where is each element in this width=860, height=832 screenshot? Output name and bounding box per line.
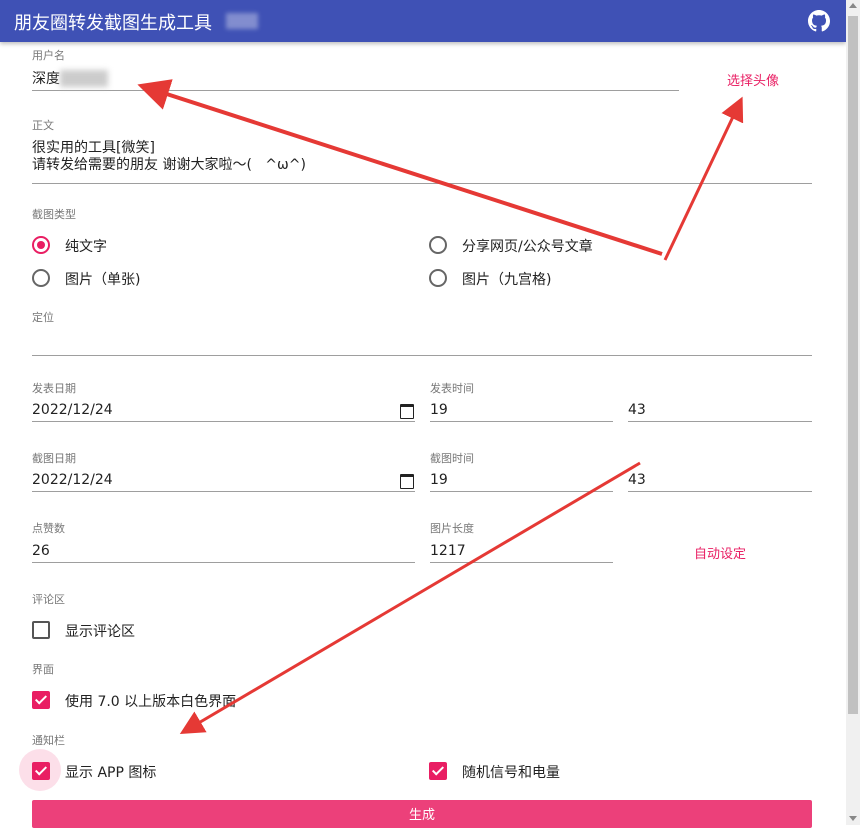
calendar-icon[interactable] <box>400 404 414 419</box>
body-line-2: 请转发给需要的朋友 谢谢大家啦～( ^ω^) <box>32 157 306 173</box>
username-label: 用户名 <box>32 49 65 62</box>
body-label: 正文 <box>32 119 54 132</box>
redacted-username <box>60 70 108 87</box>
post-hour-value: 19 <box>430 402 448 418</box>
radio-single-image[interactable] <box>32 269 50 287</box>
app-bar: 朋友圈转发截图生成工具 <box>0 0 846 42</box>
ui-label: 界面 <box>32 663 54 676</box>
radio-plain-text-label[interactable]: 纯文字 <box>65 236 107 256</box>
show-app-icon-checkbox[interactable] <box>32 762 50 780</box>
shot-date-label: 截图日期 <box>32 452 76 465</box>
shot-hour-input[interactable]: 19 <box>430 469 613 492</box>
white-ui-label[interactable]: 使用 7.0 以上版本白色界面 <box>65 691 236 711</box>
comments-label: 评论区 <box>32 593 65 606</box>
radio-nine-grid[interactable] <box>429 269 447 287</box>
post-date-label: 发表日期 <box>32 382 76 395</box>
radio-share-webpage[interactable] <box>429 236 447 254</box>
post-date-input[interactable]: 2022/12/24 <box>32 399 415 422</box>
calendar-icon[interactable] <box>400 474 414 489</box>
scroll-up-arrow[interactable] <box>849 3 857 8</box>
shot-minute-input[interactable]: 43 <box>628 469 812 492</box>
github-icon[interactable] <box>808 10 830 32</box>
radio-share-webpage-label[interactable]: 分享网页/公众号文章 <box>462 236 593 256</box>
location-input[interactable] <box>32 333 812 356</box>
likes-value: 26 <box>32 543 50 559</box>
image-length-label: 图片长度 <box>430 522 474 535</box>
location-label: 定位 <box>32 311 54 324</box>
post-minute-value: 43 <box>628 402 646 418</box>
radio-nine-grid-label[interactable]: 图片（九宫格) <box>462 269 551 289</box>
shot-hour-value: 19 <box>430 472 448 488</box>
white-ui-checkbox[interactable] <box>32 691 50 709</box>
show-comments-label[interactable]: 显示评论区 <box>65 621 135 641</box>
image-length-value: 1217 <box>430 543 466 559</box>
username-value: 深度 <box>32 71 60 87</box>
show-app-icon-label[interactable]: 显示 APP 图标 <box>65 762 156 782</box>
generate-button[interactable]: 生成 <box>32 800 812 828</box>
post-hour-input[interactable]: 19 <box>430 399 613 422</box>
body-textarea[interactable]: 很实用的工具[微笑] 请转发给需要的朋友 谢谢大家啦～( ^ω^) <box>32 140 812 184</box>
scroll-down-arrow[interactable] <box>849 816 857 821</box>
redacted-title-suffix <box>226 13 258 29</box>
app-title: 朋友圈转发截图生成工具 <box>14 13 212 34</box>
choose-avatar-button[interactable]: 选择头像 <box>727 70 779 89</box>
shot-date-value: 2022/12/24 <box>32 472 113 488</box>
shot-minute-value: 43 <box>628 472 646 488</box>
random-signal-label[interactable]: 随机信号和电量 <box>462 762 560 782</box>
body-line-1: 很实用的工具[微笑] <box>32 140 155 156</box>
screenshot-type-label: 截图类型 <box>32 208 76 221</box>
scrollbar-thumb[interactable] <box>848 16 858 714</box>
post-time-label: 发表时间 <box>430 382 474 395</box>
show-comments-checkbox[interactable] <box>32 621 50 639</box>
radio-single-image-label[interactable]: 图片（单张) <box>65 269 140 289</box>
shot-time-label: 截图时间 <box>430 452 474 465</box>
radio-plain-text[interactable] <box>32 236 50 254</box>
username-input[interactable]: 深度 <box>32 68 679 91</box>
likes-label: 点赞数 <box>32 522 65 535</box>
notification-label: 通知栏 <box>32 734 65 747</box>
image-length-input[interactable]: 1217 <box>430 540 613 563</box>
post-date-value: 2022/12/24 <box>32 402 113 418</box>
random-signal-checkbox[interactable] <box>429 762 447 780</box>
likes-input[interactable]: 26 <box>32 540 415 563</box>
scrollbar[interactable] <box>846 0 860 825</box>
arrow-to-app-icon <box>179 461 641 735</box>
shot-date-input[interactable]: 2022/12/24 <box>32 469 415 492</box>
post-minute-input[interactable]: 43 <box>628 399 812 422</box>
auto-set-button[interactable]: 自动设定 <box>694 543 746 562</box>
